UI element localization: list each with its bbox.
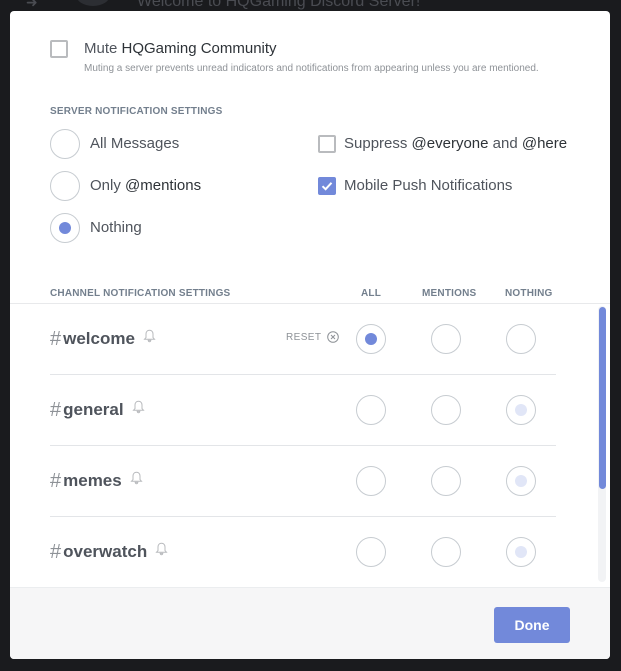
server-avatar [76, 0, 110, 6]
channel-hash-icon: # [50, 469, 62, 492]
background-channel-title: Welcome to HQGaming Discord Server! [137, 0, 421, 10]
mute-server-checkbox[interactable] [50, 40, 68, 58]
all-messages-radio[interactable] [50, 129, 80, 159]
mute-server-label: Mute HQGaming Community [84, 40, 277, 57]
mobile-push-label: Mobile Push Notifications [344, 177, 513, 194]
reset-label: RESET [286, 331, 322, 343]
all-messages-label: All Messages [90, 135, 180, 152]
channel-row-memes: # memes [50, 469, 143, 493]
overwatch-mentions-radio[interactable] [431, 537, 461, 567]
mute-description: Muting a server prevents unread indicato… [84, 63, 539, 74]
mobile-push-checkbox[interactable] [318, 177, 336, 195]
channel-notification-heading: CHANNEL NOTIFICATION SETTINGS [50, 288, 231, 299]
channel-name: memes [63, 471, 122, 490]
back-arrow-icon: ➜ [26, 0, 38, 10]
bell-icon[interactable] [132, 400, 145, 414]
only-mentions-prefix: Only [90, 177, 126, 194]
server-notification-heading: SERVER NOTIFICATION SETTINGS [50, 106, 223, 117]
overwatch-all-radio[interactable] [356, 537, 386, 567]
column-all-header: ALL [361, 288, 382, 299]
general-all-radio[interactable] [356, 395, 386, 425]
inherited-dot [515, 404, 527, 416]
channel-name: general [63, 400, 124, 419]
overwatch-nothing-radio[interactable] [506, 537, 536, 567]
welcome-mentions-radio[interactable] [431, 324, 461, 354]
nothing-label: Nothing [90, 219, 142, 236]
column-nothing-header: NOTHING [505, 288, 553, 299]
general-mentions-radio[interactable] [431, 395, 461, 425]
bell-icon[interactable] [143, 329, 156, 343]
mute-label-prefix: Mute [84, 40, 122, 57]
inherited-dot [515, 475, 527, 487]
bell-icon[interactable] [130, 471, 143, 485]
channel-row-welcome: # welcome [50, 327, 156, 351]
general-nothing-radio[interactable] [506, 395, 536, 425]
reset-button[interactable]: RESET [286, 331, 340, 343]
inherited-dot [515, 546, 527, 558]
done-button[interactable]: Done [494, 607, 570, 643]
channel-name: overwatch [63, 542, 148, 561]
suppress-here-mention: @here [521, 135, 568, 152]
memes-mentions-radio[interactable] [431, 466, 461, 496]
suppress-prefix: Suppress [344, 135, 412, 152]
row-divider [50, 445, 556, 446]
bell-icon[interactable] [155, 542, 168, 556]
column-mentions-header: MENTIONS [422, 288, 477, 299]
section-divider [10, 303, 610, 304]
scrollbar-thumb[interactable] [599, 307, 606, 489]
checkmark-icon [321, 182, 333, 191]
memes-all-radio[interactable] [356, 466, 386, 496]
reset-close-icon [327, 331, 340, 343]
only-mentions-strong: @mentions [125, 177, 202, 194]
nothing-radio[interactable] [50, 213, 80, 243]
selected-dot [365, 333, 377, 345]
memes-nothing-radio[interactable] [506, 466, 536, 496]
channel-hash-icon: # [50, 327, 62, 350]
suppress-everyone-label: Suppress @everyone and @here [344, 135, 567, 152]
welcome-nothing-radio[interactable] [506, 324, 536, 354]
channel-hash-icon: # [50, 540, 62, 563]
channel-row-overwatch: # overwatch [50, 540, 168, 564]
only-mentions-label: Only @mentions [90, 177, 201, 194]
channel-name: welcome [63, 329, 135, 348]
nothing-radio-dot [59, 222, 71, 234]
notification-settings-modal: Mute HQGaming Community Muting a server … [10, 11, 610, 659]
suppress-middle: and [488, 135, 522, 152]
only-mentions-radio[interactable] [50, 171, 80, 201]
suppress-everyone-mention: @everyone [411, 135, 489, 152]
mute-server-name: HQGaming Community [121, 40, 277, 57]
suppress-everyone-checkbox[interactable] [318, 135, 336, 153]
channel-hash-icon: # [50, 398, 62, 421]
channel-row-general: # general [50, 398, 145, 422]
welcome-all-radio[interactable] [356, 324, 386, 354]
row-divider [50, 516, 556, 517]
row-divider [50, 374, 556, 375]
